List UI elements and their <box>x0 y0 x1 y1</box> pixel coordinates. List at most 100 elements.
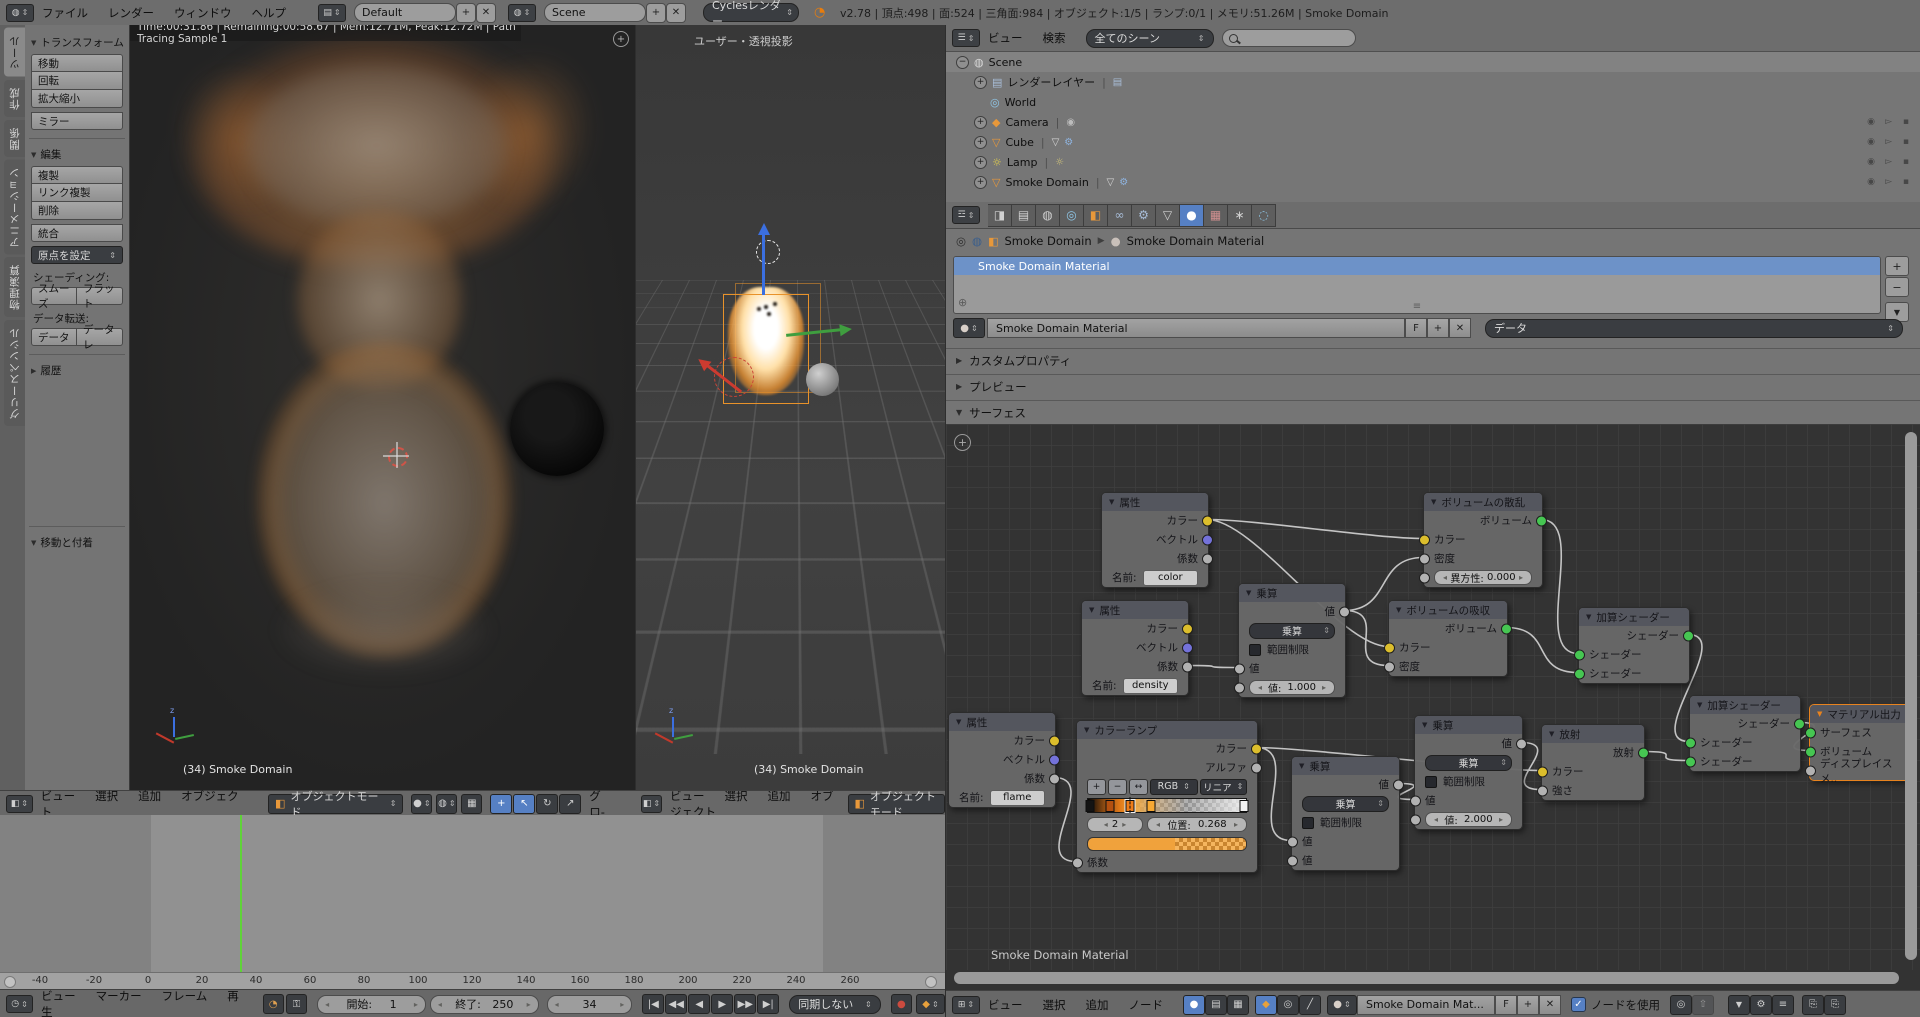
editor-type-3dview-button[interactable]: ◧⇕ <box>641 795 662 813</box>
properties-tab-object[interactable]: ◧ <box>1084 204 1108 227</box>
node-menu-選択[interactable]: 選択 <box>1043 998 1066 1012</box>
restrict-toggle-2[interactable]: ▪ <box>1903 137 1909 147</box>
node-multiply2[interactable]: ▼乗算値乗算⇕範囲制限値値 <box>1291 756 1400 871</box>
texture-nodes-button[interactable]: ▦ <box>1227 995 1249 1015</box>
restrict-toggle-1[interactable]: ▻ <box>1885 177 1892 187</box>
manipulator-button-0[interactable]: + <box>490 794 512 814</box>
expander-icon[interactable]: − <box>956 56 969 69</box>
socket-値[interactable] <box>1287 836 1298 847</box>
world-shader-button[interactable]: ◎ <box>1277 995 1299 1015</box>
attribute-name-field[interactable]: flame <box>990 790 1045 806</box>
info-menu-レンダー[interactable]: レンダー <box>108 6 154 20</box>
editor-type-timeline-button[interactable]: ◷⇕ <box>6 995 33 1013</box>
outliner-menu-検索[interactable]: 検索 <box>1043 31 1066 45</box>
remove-slot-button[interactable]: − <box>1885 277 1909 297</box>
node-attr_color[interactable]: ▼属性カラーベクトル係数名前:color <box>1101 492 1209 588</box>
ramp-button-+[interactable]: + <box>1087 779 1106 795</box>
socket-係数[interactable] <box>1202 553 1213 564</box>
add-slot-button[interactable]: + <box>1885 256 1909 276</box>
properties-tab-render[interactable]: ◨ <box>988 204 1012 227</box>
properties-tab-constraints[interactable]: ∞ <box>1108 204 1132 227</box>
viewport-menu-追加[interactable]: 追加 <box>767 790 790 803</box>
playback-button-1[interactable]: ◀◀ <box>665 994 687 1014</box>
socket-ベクトル[interactable] <box>1049 754 1060 765</box>
socket-ディスプレイスメ..[interactable] <box>1805 765 1816 776</box>
socket-カラー[interactable] <box>1049 735 1060 746</box>
node-dropdown[interactable]: 乗算⇕ <box>1249 623 1335 639</box>
pin-icon[interactable]: ◎ <box>956 234 966 248</box>
record-button[interactable]: ● <box>891 994 912 1014</box>
value-slider[interactable]: ◂異方性:0.000▸ <box>1434 570 1532 585</box>
paste-node-button[interactable]: ⎘ <box>1824 995 1846 1015</box>
node-absorption[interactable]: ▼ボリュームの吸収ボリュームカラー密度 <box>1388 600 1508 677</box>
outliner-item-Camera[interactable]: +◆Camera|◉◉▻▪ <box>946 112 1920 132</box>
manipulator-z-arrow[interactable] <box>762 233 765 295</box>
screen-layout-icon-button[interactable]: ▤⇕ <box>318 4 346 22</box>
node-attr_flame[interactable]: ▼属性カラーベクトル係数名前:flame <box>948 712 1056 808</box>
outliner-item-World[interactable]: ◎World <box>946 92 1920 112</box>
properties-tab-physics[interactable]: ◌ <box>1252 204 1276 227</box>
outliner-menu-ビュー[interactable]: ビュー <box>988 31 1023 45</box>
panel-edit[interactable]: ▼編集 <box>31 147 125 162</box>
shelf-button-移動[interactable]: 移動 <box>31 54 123 72</box>
restrict-toggle-1[interactable]: ▻ <box>1885 117 1892 127</box>
properties-tab-render-layers[interactable]: ▤ <box>1012 204 1036 227</box>
restrict-toggle-0[interactable]: ◉ <box>1867 177 1875 187</box>
outliner-item-Smoke Domain[interactable]: +▽Smoke Domain|▽⚙◉▻▪ <box>946 172 1920 192</box>
node-menu-追加[interactable]: 追加 <box>1086 998 1109 1012</box>
shelf-button-削除[interactable]: 削除 <box>31 202 123 220</box>
keying-set-dropdown[interactable]: ◆⇕ <box>916 994 945 1014</box>
socket-値[interactable] <box>1234 663 1245 674</box>
shelf-button-回転[interactable]: 回転 <box>31 72 123 90</box>
node-output[interactable]: ▼マテリアル出力サーフェスボリュームディスプレイスメ.. <box>1809 704 1911 781</box>
pivot-dropdown[interactable]: ◍⇕ <box>436 794 457 814</box>
editor-type-outliner-button[interactable]: ☰⇕ <box>952 29 980 47</box>
shelf-button-スムーズ[interactable]: スムーズ <box>31 287 77 305</box>
socket-カラー[interactable] <box>1537 766 1548 777</box>
copy-node-button[interactable]: ⎘ <box>1802 995 1824 1015</box>
socket-放射[interactable] <box>1638 747 1649 758</box>
snap-element-button[interactable]: ≡ <box>1772 995 1794 1015</box>
socket-ボリューム[interactable] <box>1805 746 1816 757</box>
frame-start-field[interactable]: ◂開始: 1▸ <box>317 995 426 1014</box>
properties-region-toggle-icon[interactable]: + <box>613 31 629 47</box>
timeline-menu-ビュー[interactable]: ビュー <box>41 989 76 1003</box>
node-add2[interactable]: ▼加算シェーダーシェーダーシェーダーシェーダー <box>1689 695 1801 772</box>
restrict-toggle-2[interactable]: ▪ <box>1903 177 1909 187</box>
expander-icon[interactable]: + <box>974 156 987 169</box>
socket-値:[interactable] <box>1410 814 1421 825</box>
viewport-menu-選択[interactable]: 選択 <box>95 789 118 803</box>
manipulator-button-1[interactable]: ↖ <box>513 794 535 814</box>
timeline-playhead[interactable] <box>240 815 242 989</box>
attribute-name-field[interactable]: density <box>1123 678 1178 694</box>
new-material-button[interactable]: + <box>1517 995 1539 1015</box>
preview-range-button[interactable]: ◔ <box>263 994 284 1014</box>
material-name-field[interactable]: Smoke Domain Material <box>987 318 1405 338</box>
lock-icon-button[interactable]: ⚿ <box>286 994 307 1014</box>
ramp-dropdown-リニア[interactable]: リニア⇕ <box>1200 779 1248 795</box>
shelf-button-データ[interactable]: データ <box>31 328 77 346</box>
toolshelf-toggle-icon[interactable]: + <box>954 434 971 451</box>
properties-tab-scene[interactable]: ◍ <box>1036 204 1060 227</box>
breadcrumb-object[interactable]: Smoke Domain <box>1005 234 1092 248</box>
snap-node-dropdown[interactable]: ▼ <box>1728 995 1750 1015</box>
lineстиль-shader-button[interactable]: ╱ <box>1299 995 1321 1015</box>
shelf-button-リンク複製[interactable]: リンク複製 <box>31 184 123 202</box>
socket-シェーダー[interactable] <box>1685 756 1696 767</box>
scene-icon-button[interactable]: ◍⇕ <box>508 4 536 22</box>
fake-user-button[interactable]: F <box>1495 995 1517 1015</box>
shader-nodes-button[interactable]: ● <box>1183 995 1205 1015</box>
clamp-checkbox[interactable]: 範囲制限 <box>1292 813 1399 832</box>
editor-type-info-button[interactable]: ◍⇕ <box>6 4 34 22</box>
socket-密度[interactable] <box>1419 553 1430 564</box>
vertical-scrollbar[interactable] <box>1905 432 1917 960</box>
restrict-toggle-1[interactable]: ▻ <box>1885 137 1892 147</box>
socket-係数[interactable] <box>1182 661 1193 672</box>
delete-scene-button[interactable]: ✕ <box>666 3 686 23</box>
node-scatter[interactable]: ▼ボリュームの散乱ボリュームカラー密度◂異方性:0.000▸ <box>1423 492 1543 588</box>
node-emission[interactable]: ▼放射放射カラー強さ <box>1541 724 1645 801</box>
snap-target-button[interactable]: ⚙ <box>1750 995 1772 1015</box>
socket-係数[interactable] <box>1072 857 1083 868</box>
viewport-shading-dropdown[interactable]: ●⇕ <box>411 794 432 814</box>
shelf-button-複製[interactable]: 複製 <box>31 166 123 184</box>
